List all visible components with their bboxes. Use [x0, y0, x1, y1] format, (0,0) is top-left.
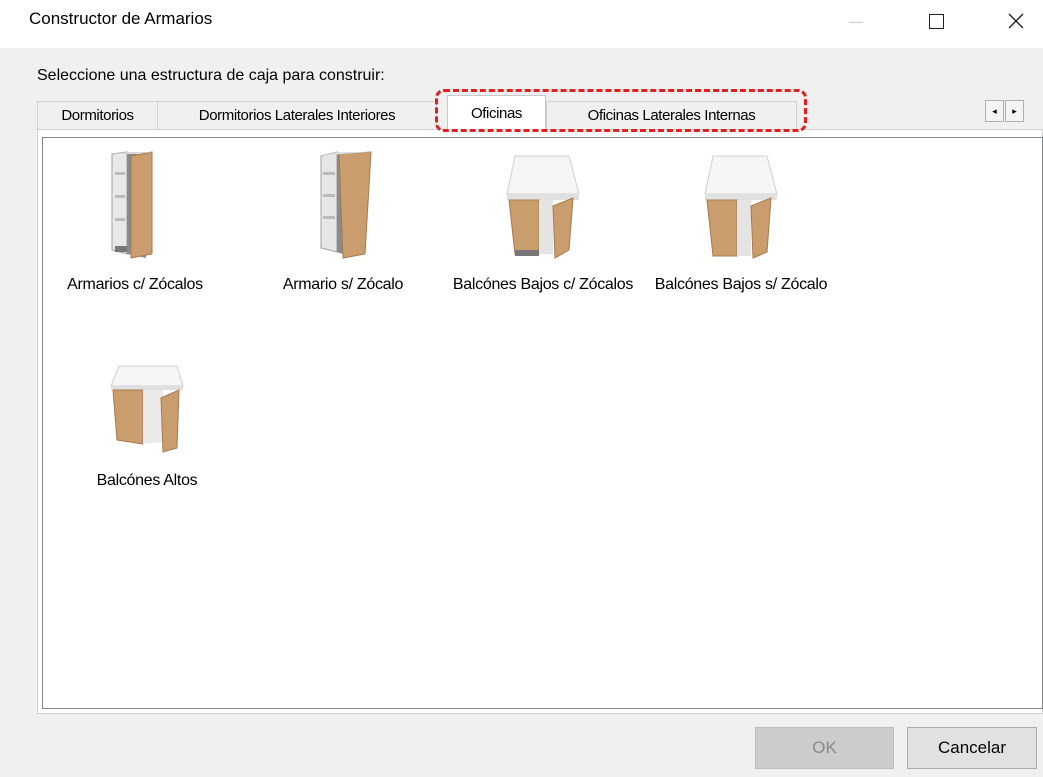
cabinet-list-view[interactable]: Armarios c/ Zócalos Armario s/ Zócalo Ba…	[42, 137, 1043, 709]
item-label: Balcónes Bajos c/ Zócalos	[452, 276, 634, 293]
scroll-right-button[interactable]: ▸	[1005, 100, 1024, 122]
item-label: Balcónes Altos	[96, 472, 198, 489]
tab-dormitorios-laterales-interiores[interactable]: Dormitorios Laterales Interiores	[157, 101, 437, 129]
instruction-label: Seleccione una estructura de caja para c…	[37, 67, 385, 84]
tab-strip: Dormitorios Dormitorios Laterales Interi…	[37, 94, 1043, 130]
close-icon	[1008, 13, 1024, 29]
arrow-left-icon: ◂	[992, 105, 997, 116]
tab-oficinas[interactable]: Oficinas	[447, 95, 546, 130]
arrow-right-icon: ▸	[1012, 105, 1017, 116]
list-item-balcones-bajos-zocalos[interactable]: Balcónes Bajos c/ Zócalos	[451, 150, 635, 295]
item-label: Balcónes Bajos s/ Zócalo	[654, 276, 828, 293]
cancel-button[interactable]: Cancelar	[907, 727, 1037, 769]
list-item-balcones-bajos-sin-zocalo[interactable]: Balcónes Bajos s/ Zócalo	[649, 150, 833, 295]
title-bar: Constructor de Armarios	[0, 0, 1043, 48]
list-item-armarios-zocalos[interactable]: Armarios c/ Zócalos	[43, 150, 227, 295]
scroll-left-button[interactable]: ◂	[985, 100, 1004, 122]
close-button[interactable]	[986, 0, 1043, 42]
window-title: Constructor de Armarios	[29, 9, 213, 28]
tab-dormitorios[interactable]: Dormitorios	[37, 101, 158, 129]
tall-cabinet-plinth-icon	[111, 151, 153, 259]
ok-button[interactable]: OK	[755, 727, 894, 769]
list-item-armario-sin-zocalo[interactable]: Armario s/ Zócalo	[251, 150, 435, 295]
item-label: Armarios c/ Zócalos	[67, 276, 203, 293]
maximize-button[interactable]	[906, 0, 966, 42]
wall-cabinet-icon	[110, 365, 184, 453]
item-label: Armario s/ Zócalo	[282, 276, 404, 293]
base-cabinet-icon	[704, 155, 778, 259]
tab-oficinas-laterales-internas[interactable]: Oficinas Laterales Internas	[546, 101, 797, 129]
minimize-icon	[849, 21, 863, 23]
list-item-balcones-altos[interactable]: Balcónes Altos	[55, 362, 239, 491]
tall-cabinet-icon	[320, 151, 372, 259]
maximize-icon	[928, 13, 944, 29]
minimize-button[interactable]	[826, 0, 886, 42]
tab-scroll-buttons: ◂ ▸	[985, 100, 1025, 122]
base-cabinet-plinth-icon	[506, 155, 580, 259]
